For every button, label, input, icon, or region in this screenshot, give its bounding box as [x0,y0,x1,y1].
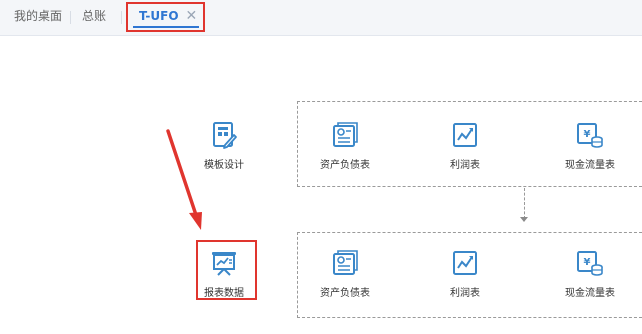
line-chart-icon [453,251,477,275]
template-design-label: 模板设计 [204,160,244,171]
balance-sheet-tile-top[interactable]: 资产负债表 [305,120,385,171]
cash-flow-label: 现金流量表 [565,160,615,171]
balance-sheet-label: 资产负债表 [320,288,370,299]
cash-coins-icon: ¥ [577,251,603,276]
cash-coins-icon: ¥ [577,123,603,148]
flow-arrow-tip [520,217,528,222]
certificate-document-icon [333,122,358,147]
cash-flow-label: 现金流量表 [565,288,615,299]
cash-flow-tile-bottom[interactable]: ¥ 现金流量表 [550,248,630,299]
income-statement-tile-bottom[interactable]: 利润表 [425,248,505,299]
report-data-annotation-box [196,240,257,300]
svg-text:¥: ¥ [584,129,591,140]
certificate-document-icon [333,250,358,275]
balance-sheet-label: 资产负债表 [320,160,370,171]
flow-connector [524,188,525,219]
template-design-icon [213,122,237,149]
income-statement-tile-top[interactable]: 利润表 [425,120,505,171]
svg-text:¥: ¥ [584,257,591,268]
template-design-tile[interactable]: 模板设计 [184,120,264,171]
income-statement-label: 利润表 [450,160,480,171]
line-chart-icon [453,123,477,147]
income-statement-label: 利润表 [450,288,480,299]
balance-sheet-tile-bottom[interactable]: 资产负债表 [305,248,385,299]
cash-flow-tile-top[interactable]: ¥ 现金流量表 [550,120,630,171]
